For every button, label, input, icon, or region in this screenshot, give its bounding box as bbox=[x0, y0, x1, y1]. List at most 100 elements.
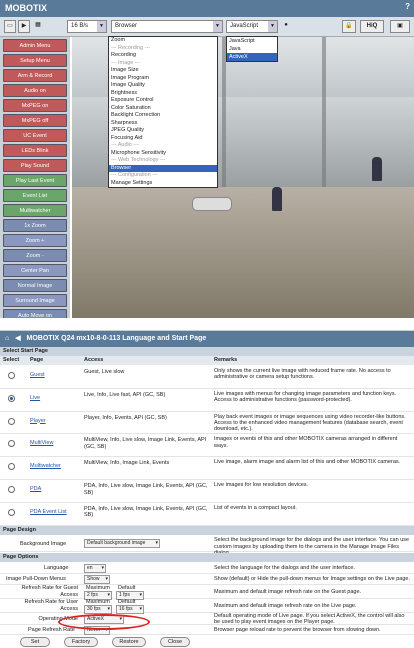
dropdown-item[interactable]: ActiveX bbox=[227, 53, 277, 61]
sidebar-button[interactable]: Normal Image bbox=[3, 279, 67, 292]
background-select[interactable]: Default background image bbox=[84, 539, 160, 548]
sidebar-button[interactable]: 1x Zoom bbox=[3, 219, 67, 232]
dropdown-item[interactable]: Microphone Sensitivity bbox=[109, 150, 217, 158]
set-label: Set bbox=[30, 639, 40, 645]
dropdown-item[interactable]: Image Quality bbox=[109, 82, 217, 90]
dropdown-item[interactable]: Browser bbox=[109, 164, 217, 172]
sidebar-button[interactable]: Auto Move on bbox=[3, 309, 67, 318]
user-rate-remark: Maximum and default image refresh rate o… bbox=[214, 603, 357, 609]
arrow-left-icon[interactable]: ◀ bbox=[15, 335, 20, 342]
dropdown-item[interactable]: Manage Settings bbox=[109, 180, 217, 188]
page-refresh-label: Page Refresh Rate bbox=[28, 627, 75, 633]
page-link[interactable]: Live bbox=[30, 395, 40, 401]
sidebar-button[interactable]: Play Last Event bbox=[3, 174, 67, 187]
technology-select[interactable]: JavaScript ▼ bbox=[226, 20, 278, 33]
language-value: en bbox=[87, 565, 93, 571]
page-access: Player, Info, Events, API (GC, SB) bbox=[84, 414, 167, 421]
page-link[interactable]: MultiView bbox=[30, 440, 53, 446]
page-remark: Live image, alarm image and alarm list o… bbox=[214, 459, 401, 466]
dropdown-item[interactable]: Focusing Aid bbox=[109, 135, 217, 143]
rate-select[interactable]: 16 B/s ▼ bbox=[67, 20, 107, 33]
page-link[interactable]: Player bbox=[30, 418, 46, 424]
gear-icon[interactable]: ● bbox=[282, 20, 290, 33]
question-icon[interactable]: ? bbox=[405, 2, 410, 11]
factory-button[interactable]: Factory bbox=[64, 637, 98, 647]
table-row: Guest Guest, Live slow Only shows the curr… bbox=[0, 366, 414, 389]
page-refresh-remark: Browser page reload rate to prevent the … bbox=[214, 627, 381, 633]
home-icon[interactable]: ⌂ bbox=[5, 335, 9, 342]
function-dropdown-list[interactable]: Zoom --- Recording --- Recording --- Image … bbox=[108, 36, 218, 188]
sidebar-button[interactable]: Setup Menu bbox=[3, 54, 67, 67]
close-button[interactable]: Close bbox=[160, 637, 190, 647]
sidebar-button[interactable]: MxPEG on bbox=[3, 99, 67, 112]
page-radio[interactable] bbox=[8, 372, 15, 379]
page-link[interactable]: Guest bbox=[30, 372, 45, 378]
page-access: Guest, Live slow bbox=[84, 369, 125, 375]
sidebar-button[interactable]: Play Sound bbox=[3, 159, 67, 172]
technology-dropdown-list[interactable]: JavaScript Java ActiveX bbox=[226, 36, 278, 62]
page-radio[interactable] bbox=[8, 463, 15, 471]
dropdown-item[interactable]: Sharpness bbox=[109, 120, 217, 128]
page-access: PDA, Info, Live slow, Image Link, Events… bbox=[84, 505, 208, 519]
sidebar-button[interactable]: Arm & Record bbox=[3, 69, 67, 82]
sidebar-button[interactable]: Multiwatcher bbox=[3, 204, 67, 217]
snapshot-icon[interactable]: ▣ bbox=[390, 20, 410, 33]
function-select[interactable]: Browser ▼ bbox=[111, 20, 223, 33]
page-link[interactable]: Multiwatcher bbox=[30, 463, 61, 469]
dropdown-item[interactable]: JPEG Quality bbox=[109, 127, 217, 135]
hiq-button[interactable]: HiQ bbox=[360, 20, 384, 33]
page-radio[interactable] bbox=[8, 417, 15, 425]
set-button[interactable]: Set bbox=[20, 637, 50, 647]
page-radio[interactable] bbox=[8, 508, 15, 516]
dropdown-item[interactable]: Java bbox=[227, 45, 277, 53]
dropdown-separator: --- Web Technology --- bbox=[111, 157, 166, 163]
table-row: PDA Event List PDA, Info, Live slow, Imag… bbox=[0, 503, 414, 526]
sidebar-button[interactable]: Zoom - bbox=[3, 249, 67, 262]
dropdown-item[interactable]: Recording bbox=[109, 52, 217, 60]
user-max-select[interactable]: 30 fps bbox=[84, 605, 112, 614]
pulldown-select[interactable]: Show bbox=[84, 575, 110, 584]
sidebar-button[interactable]: LEDs Blink bbox=[3, 144, 67, 157]
dropdown-item[interactable]: Zoom bbox=[109, 37, 217, 45]
play-icon[interactable]: ▶ bbox=[18, 20, 30, 33]
section-page-design: Page Design bbox=[0, 526, 414, 535]
background-value: Default background image bbox=[87, 540, 146, 546]
page-radio[interactable] bbox=[8, 440, 15, 448]
sidebar-button[interactable]: Event List bbox=[3, 189, 67, 202]
grid-icon[interactable]: ▦ bbox=[32, 20, 44, 33]
dialog-title: MOBOTIX Q24 mx10-8-0-113 Language and St… bbox=[26, 335, 207, 342]
dropdown-item[interactable]: JavaScript bbox=[227, 37, 277, 45]
sidebar-button[interactable]: UC Event bbox=[3, 129, 67, 142]
page-access: Live, Info, Live fast, API (GC, SB) bbox=[84, 391, 166, 398]
dropdown-item[interactable]: Exposure Control bbox=[109, 97, 217, 105]
sidebar-button[interactable]: Admin Menu bbox=[3, 39, 67, 52]
user-default-select[interactable]: 16 fps bbox=[116, 605, 144, 614]
close-label: Close bbox=[167, 639, 183, 645]
dropdown-item[interactable]: Backlight Correction bbox=[109, 112, 217, 120]
sidebar-button[interactable]: Center Pan bbox=[3, 264, 67, 277]
page-link[interactable]: PDA bbox=[30, 486, 41, 492]
language-start-page-screenshot: ⌂ ◀ MOBOTIX Q24 mx10-8-0-113 Language an… bbox=[0, 330, 414, 648]
dropdown-item[interactable]: Image Program bbox=[109, 75, 217, 83]
lock-icon[interactable]: 🔒 bbox=[342, 20, 356, 33]
sidebar-button[interactable]: Surround Image bbox=[3, 294, 67, 307]
dropdown-item[interactable]: Image Size bbox=[109, 67, 217, 75]
sidebar-button[interactable]: MxPEG off bbox=[3, 114, 67, 127]
sidebar-button[interactable]: Audio on bbox=[3, 84, 67, 97]
dropdown-item[interactable]: Brightness bbox=[109, 90, 217, 98]
col-access: Access bbox=[84, 357, 104, 363]
page-link[interactable]: PDA Event List bbox=[30, 509, 67, 515]
chevron-down-icon: ▼ bbox=[213, 21, 222, 32]
dropdown-item[interactable]: Color Saturation bbox=[109, 105, 217, 113]
restore-button[interactable]: Restore bbox=[112, 637, 146, 647]
camera-icon[interactable]: ▭ bbox=[4, 20, 16, 33]
chevron-down-icon: ▼ bbox=[97, 21, 106, 32]
language-select[interactable]: en bbox=[84, 564, 106, 573]
sidebar-button[interactable]: Zoom + bbox=[3, 234, 67, 247]
user-rate-label: Refresh Rate for User Access bbox=[24, 599, 79, 612]
page-radio[interactable] bbox=[8, 394, 15, 402]
section-page-options: Page Options bbox=[0, 553, 414, 562]
section-start-page: Select Start Page bbox=[0, 347, 414, 356]
page-radio[interactable] bbox=[8, 486, 15, 493]
dropdown-separator: --- Configuration --- bbox=[111, 172, 158, 178]
